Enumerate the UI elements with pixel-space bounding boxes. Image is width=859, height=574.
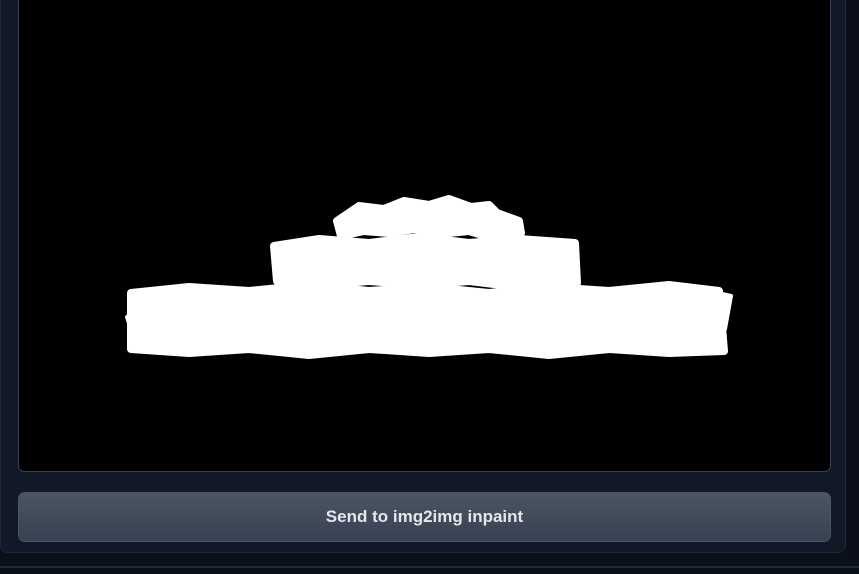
mask-stroke-bottom xyxy=(127,281,728,359)
send-to-img2img-inpaint-button[interactable]: Send to img2img inpaint xyxy=(18,492,831,542)
bottom-divider xyxy=(0,566,859,568)
mask-bump-right xyxy=(707,289,733,335)
page: Send to img2img inpaint xyxy=(0,0,859,574)
mask-image-frame[interactable] xyxy=(18,0,831,472)
mask-stroke-middle xyxy=(270,233,581,291)
mask-image xyxy=(125,195,733,359)
mask-stroke-top xyxy=(333,195,525,241)
